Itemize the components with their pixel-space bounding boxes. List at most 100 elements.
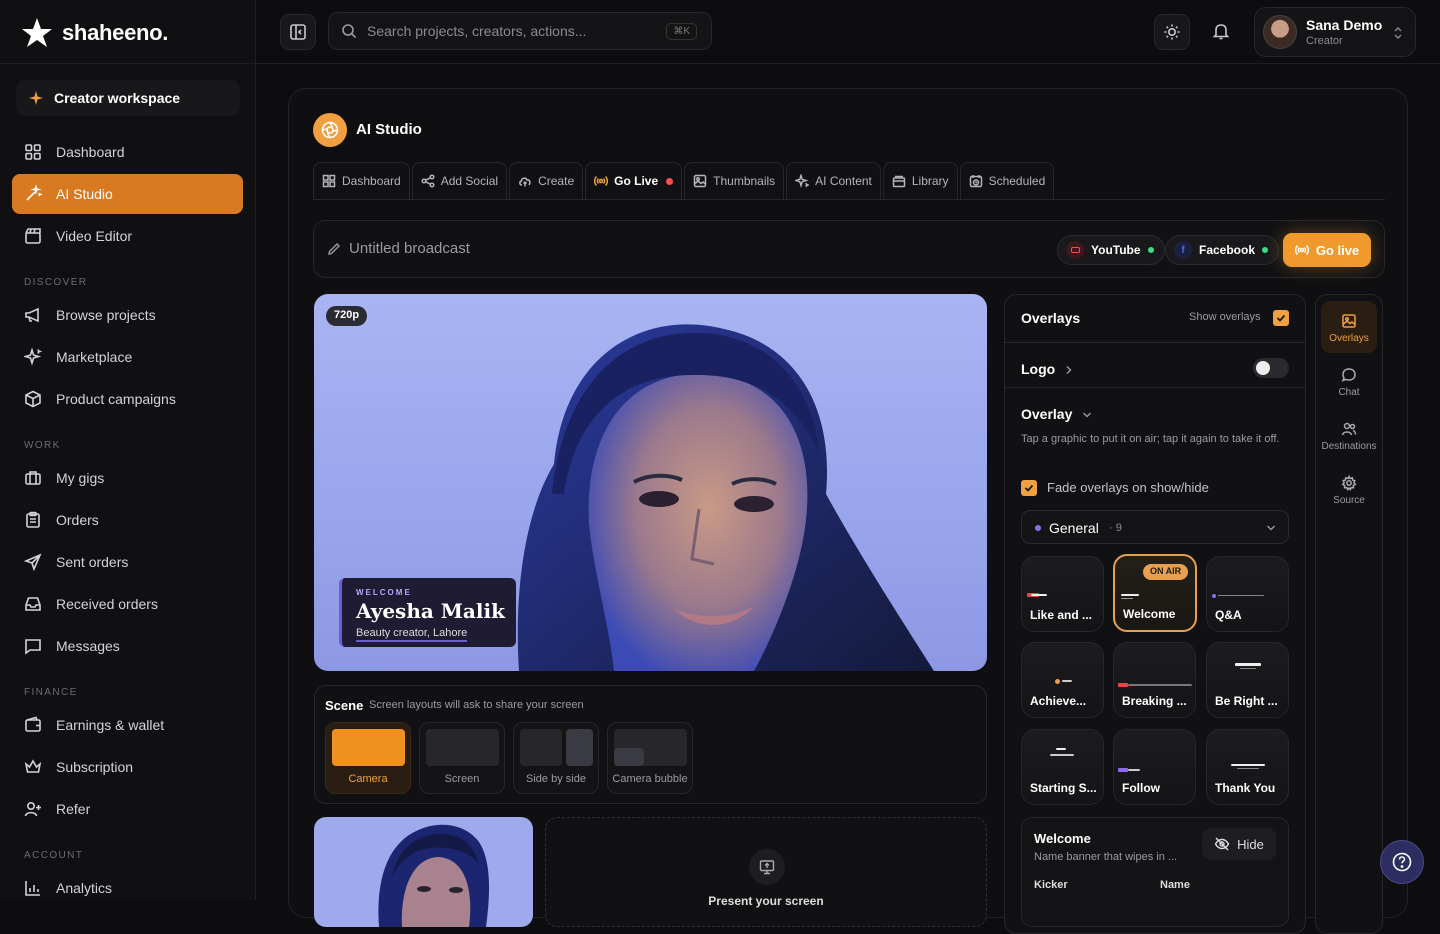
tab-create[interactable]: Create — [509, 162, 584, 200]
tab-add-social[interactable]: Add Social — [411, 162, 508, 200]
nav-refer[interactable]: Refer — [12, 789, 243, 829]
search-bar[interactable]: ⌘K — [328, 12, 712, 50]
tab-scheduled[interactable]: Scheduled — [959, 162, 1055, 200]
nav-browse-projects[interactable]: Browse projects — [12, 295, 243, 335]
lower-third-overlay: WELCOME Ayesha Malik Beauty creator, Lah… — [339, 578, 516, 647]
notifications-button[interactable] — [1212, 22, 1230, 40]
topbar: ⌘K Sana Demo Creator — [256, 0, 1440, 64]
overlay-card-achievement[interactable]: Achieve... — [1021, 642, 1104, 718]
overlay-card-starting-soon[interactable]: Starting S... — [1021, 729, 1104, 805]
overlay-card-follow[interactable]: Follow — [1113, 729, 1196, 805]
nav-my-gigs[interactable]: My gigs — [12, 458, 243, 498]
nav-label: AI Studio — [56, 186, 113, 202]
present-screen-button[interactable] — [749, 849, 785, 885]
nav-label: Dashboard — [56, 144, 125, 160]
resolution-badge: 720p — [326, 306, 368, 326]
logo-section-toggle[interactable]: Logo — [1021, 361, 1073, 377]
nav-ai-studio[interactable]: AI Studio — [12, 174, 243, 214]
workspace-switcher[interactable]: Creator workspace — [16, 80, 240, 116]
nav-video-editor[interactable]: Video Editor — [12, 216, 243, 256]
tab-thumbnails[interactable]: Thumbnails — [684, 162, 785, 200]
nav-received-orders[interactable]: Received orders — [12, 584, 243, 624]
clapperboard-icon — [25, 228, 41, 244]
fade-overlays-checkbox[interactable] — [1021, 480, 1037, 496]
sparkle-icon — [29, 91, 43, 105]
present-screen-dropzone[interactable]: Present your screen — [545, 817, 987, 927]
divider — [1005, 342, 1305, 343]
message-icon — [25, 639, 41, 655]
nav-subscription[interactable]: Subscription — [12, 747, 243, 787]
overlay-card-be-right-back[interactable]: Be Right ... — [1206, 642, 1289, 718]
sidebar-toggle-button[interactable] — [280, 14, 316, 50]
layout-side-by-side[interactable]: Side by side — [513, 722, 599, 794]
overlay-card-thank-you[interactable]: Thank You — [1206, 729, 1289, 805]
send-icon — [24, 553, 42, 571]
broadcast-bar: Untitled broadcast YouTube f Facebook Go… — [313, 220, 1385, 278]
layout-screen[interactable]: Screen — [419, 722, 505, 794]
nav-earnings[interactable]: Earnings & wallet — [12, 705, 243, 745]
tab-go-live[interactable]: Go Live — [585, 162, 683, 200]
destination-youtube[interactable]: YouTube — [1057, 235, 1165, 265]
selected-overlay-editor: Welcome Name banner that wipes in ... Hi… — [1021, 817, 1289, 927]
go-live-button[interactable]: Go live — [1283, 233, 1371, 267]
nav-marketplace[interactable]: Marketplace — [12, 337, 243, 377]
tab-ai-content[interactable]: AI Content — [786, 162, 881, 200]
pencil-icon — [328, 243, 340, 255]
rail-label: Destinations — [1321, 441, 1377, 452]
nav-label: Video Editor — [56, 228, 133, 244]
nav-analytics[interactable]: Analytics — [12, 868, 243, 908]
overlay-card-welcome[interactable]: ON AIR Welcome — [1113, 554, 1197, 632]
layout-thumb — [566, 729, 593, 766]
layout-camera-bubble[interactable]: Camera bubble — [607, 722, 693, 794]
broadcast-title-input[interactable]: Untitled broadcast — [349, 240, 470, 257]
rail-chat[interactable]: Chat — [1321, 355, 1377, 407]
image-icon — [1342, 314, 1356, 328]
tab-dashboard[interactable]: Dashboard — [313, 162, 410, 200]
live-preview[interactable]: 720p WELCOME Ayesha Malik Beauty creator… — [314, 294, 987, 671]
card-label: Thank You — [1215, 781, 1276, 795]
status-online-dot — [1262, 247, 1269, 253]
camera-source-thumbnail[interactable] — [314, 817, 533, 927]
layout-thumb — [520, 729, 562, 766]
rail-destinations[interactable]: Destinations — [1321, 409, 1377, 461]
nav-sent-orders[interactable]: Sent orders — [12, 542, 243, 582]
layout-camera[interactable]: Camera — [325, 722, 411, 794]
theme-toggle-button[interactable] — [1154, 14, 1190, 50]
user-name: Sana Demo — [1306, 17, 1383, 33]
overlay-card-like[interactable]: Like and ... — [1021, 556, 1104, 632]
overlay-label: Overlay — [1021, 406, 1073, 422]
card-preview — [1050, 754, 1074, 756]
nav-orders[interactable]: Orders — [12, 500, 243, 540]
broadcast-icon — [1294, 244, 1309, 256]
calendar-clock-icon — [969, 175, 982, 188]
rail-source[interactable]: Source — [1321, 463, 1377, 515]
user-menu[interactable]: Sana Demo Creator — [1254, 7, 1416, 57]
nav-dashboard[interactable]: Dashboard — [12, 132, 243, 172]
sidebar: shaheeno. Creator workspace Dashboard AI… — [0, 0, 256, 900]
overlay-card-qa[interactable]: Q&A — [1206, 556, 1289, 632]
card-preview — [1235, 663, 1261, 666]
rail-label: Chat — [1338, 387, 1360, 398]
nav-messages[interactable]: Messages — [12, 626, 243, 666]
nav-label: Browse projects — [56, 307, 156, 323]
brand-logo[interactable]: shaheeno. — [20, 16, 168, 50]
nav-product-campaigns[interactable]: Product campaigns — [12, 379, 243, 419]
logo-toggle-switch[interactable] — [1253, 358, 1289, 378]
ai-studio-panel: AI Studio Dashboard Add Social Create Go… — [288, 88, 1408, 934]
rail-overlays[interactable]: Overlays — [1321, 301, 1377, 353]
wallet-icon — [25, 716, 41, 732]
overlay-section-toggle[interactable]: Overlay — [1021, 406, 1092, 422]
destination-facebook[interactable]: f Facebook — [1165, 235, 1280, 265]
group-count: · 9 — [1109, 522, 1122, 534]
aperture-icon — [321, 121, 339, 139]
overlay-group-select[interactable]: General · 9 — [1021, 510, 1289, 544]
search-input[interactable] — [367, 23, 667, 39]
nav-label: Sent orders — [56, 554, 129, 570]
chevron-right-icon — [1066, 366, 1072, 375]
layout-label: Screen — [444, 773, 480, 785]
overlay-card-breaking[interactable]: Breaking ... — [1113, 642, 1196, 718]
show-overlays-checkbox[interactable] — [1273, 310, 1289, 326]
help-button[interactable] — [1380, 840, 1424, 884]
hide-overlay-button[interactable]: Hide — [1202, 828, 1276, 860]
tab-library[interactable]: Library — [882, 162, 958, 200]
